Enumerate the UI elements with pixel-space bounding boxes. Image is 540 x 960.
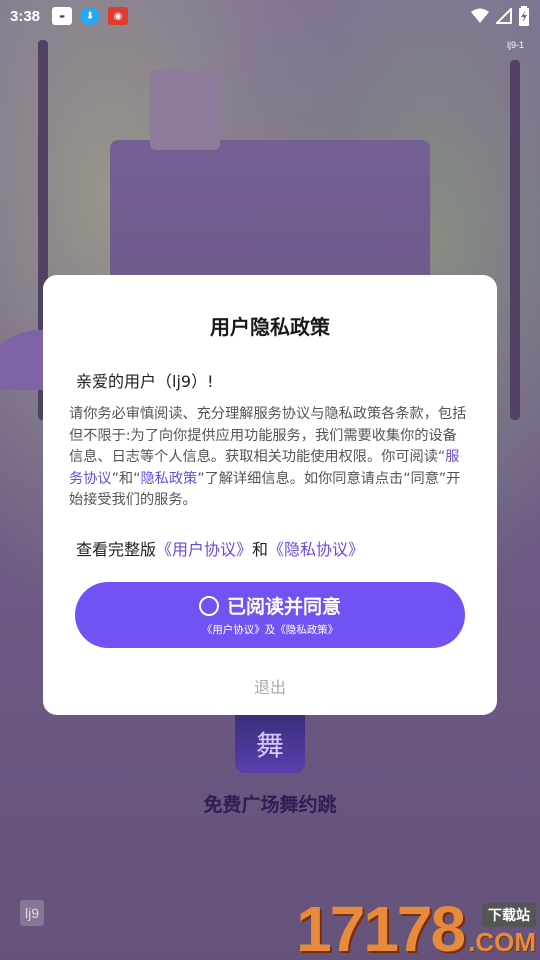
privacy-agreement-full-link[interactable]: 《隐私协议》 (268, 540, 364, 559)
version-tag: lj9-1 (506, 40, 524, 50)
dialog-greeting: 亲爱的用户（lj9）! (76, 372, 214, 391)
download-icon: ⬇ (80, 7, 101, 25)
app-name: 免费广场舞约跳 (203, 794, 337, 816)
site-watermark: 17178 下载站 .COM (296, 893, 536, 960)
agree-button[interactable]: 已阅读并同意 《用户协议》及《隐私政策》 (75, 581, 465, 648)
app-red-icon: ◉ (108, 7, 129, 25)
view-and: 和 (252, 539, 269, 559)
app-logo-icon: 舞 (235, 715, 305, 773)
agree-sublabel: 《用户协议》及《隐私政策》 (201, 624, 339, 636)
watermark-right: 下载站 .COM (468, 903, 536, 958)
agree-label: 已阅读并同意 (226, 596, 341, 618)
watermark-suffix: .COM (468, 927, 536, 957)
dialog-title: 用户隐私政策 (210, 315, 330, 339)
dialog-body: 请你务必审慎阅读、充分理解服务协议与隐私政策各条款，包括但不限于:为了向你提供应… (69, 404, 469, 512)
body-text-prefix: 请你务必审慎阅读、充分理解服务协议与隐私政策各条款，包括但不限于:为了向你提供应… (69, 406, 467, 465)
privacy-dialog: 用户隐私政策 亲爱的用户（lj9）! 请你务必审慎阅读、充分理解服务协议与隐私政… (43, 275, 497, 715)
view-prefix: 查看完整版 (76, 539, 157, 559)
watermark-tag: 下载站 (482, 903, 536, 927)
status-right-icons (470, 6, 530, 26)
app-thumbnail-icon: ▬ (52, 7, 73, 25)
corner-badge: lj9 (20, 900, 44, 926)
exit-button[interactable]: 退出 (71, 674, 469, 698)
battery-icon (519, 6, 529, 26)
signal-icon (496, 8, 512, 24)
radio-circle-icon (198, 595, 219, 616)
agree-main: 已阅读并同意 (198, 592, 341, 619)
view-full-line: 查看完整版《用户协议》和《隐私协议》 (76, 536, 469, 560)
wifi-icon (471, 8, 489, 23)
body-text-mid: ”和“ (111, 470, 141, 487)
user-agreement-full-link[interactable]: 《用户协议》 (156, 540, 252, 559)
watermark-number: 17178 (296, 893, 466, 960)
status-bar: 3:38 ▬ ⬇ ◉ (0, 0, 540, 32)
privacy-policy-link[interactable]: 隐私政策 (140, 471, 197, 487)
status-time: 3:38 (10, 7, 41, 25)
